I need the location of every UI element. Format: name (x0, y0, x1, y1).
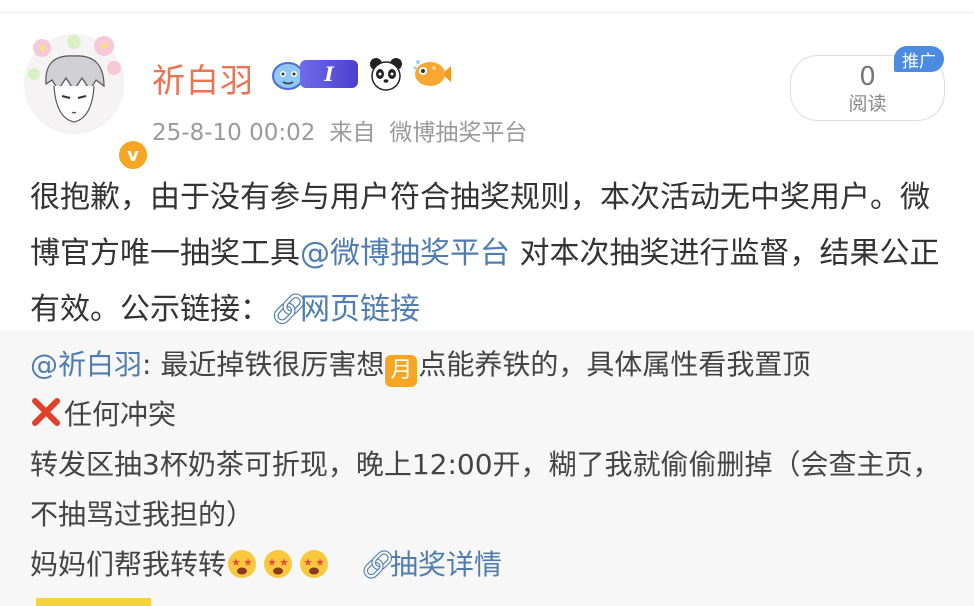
repost-line-2-text: 任何冲突 (64, 398, 177, 431)
source-name[interactable]: 微博抽奖平台 (389, 120, 527, 146)
timestamp: 25-8-10 00:02 (152, 120, 316, 146)
month-badge-icon: 月 (385, 355, 418, 387)
username[interactable]: 祈白羽 (152, 54, 254, 102)
repost-line-1: @祈白羽: 最近掉铁很厉害想月点能养铁的，具体属性看我置顶 (30, 340, 950, 390)
repost-text: @祈白羽: 最近掉铁很厉害想月点能养铁的，具体属性看我置顶 任何冲突 转发区抽3… (30, 340, 950, 590)
verified-mark: v (127, 144, 139, 166)
repost-line-4: 妈妈们帮我转转 🔗︎抽奖详情 (30, 540, 950, 590)
level-badge-label: I (324, 62, 334, 86)
post-meta: 25-8-10 00:02 来自 微博抽奖平台 (152, 113, 541, 147)
mention-link[interactable]: @微博抽奖平台 (300, 236, 510, 271)
divider (0, 12, 974, 13)
repost-line-3: 转发区抽3杯奶茶可折现，晚上12:00开，糊了我就偷偷删掉（会查主页，不抽骂过我… (30, 448, 941, 531)
verified-badge-icon: v (116, 138, 150, 172)
goldfish-badge-icon[interactable] (412, 56, 452, 92)
promo-tag[interactable]: 推广 (894, 46, 944, 72)
web-link-label: 网页链接 (300, 292, 420, 327)
lottery-details-label: 抽奖详情 (390, 548, 503, 581)
repost-section[interactable]: @祈白羽: 最近掉铁很厉害想月点能养铁的，具体属性看我置顶 任何冲突 转发区抽3… (0, 330, 974, 606)
panda-badge-icon[interactable] (368, 56, 404, 92)
star-struck-face-icon (228, 550, 257, 578)
level-badge[interactable]: I (300, 60, 358, 88)
repost-line-1b: 点能养铁的，具体属性看我置顶 (418, 348, 811, 381)
lottery-details-link[interactable]: 🔗︎抽奖详情 (360, 548, 502, 581)
card-preview-strip (36, 598, 151, 606)
repost-author-mention[interactable]: @祈白羽 (30, 348, 142, 381)
link-icon: 🔗︎ (360, 548, 396, 581)
repost-line-1a: : 最近掉铁很厉害想 (142, 348, 385, 381)
post-text: 很抱歉，由于没有参与用户符合抽奖规则，本次活动无中奖用户。微博官方唯一抽奖工具@… (30, 170, 950, 338)
repost-line-2: 任何冲突 (30, 390, 950, 440)
source-prefix: 来自 (329, 120, 376, 146)
star-struck-face-icon (300, 550, 329, 578)
star-struck-face-icon (264, 550, 293, 578)
avatar-illustration-icon (26, 35, 122, 132)
avatar[interactable]: v (24, 34, 150, 172)
cross-mark-icon (32, 398, 60, 426)
weibo-post-card: v 祈白羽 I 25-8-10 00:02 来自 微博抽奖平台 0 阅读 推广 很抱… (0, 0, 974, 606)
read-label: 阅读 (848, 93, 887, 115)
repost-line-4-text: 妈妈们帮我转转 (30, 548, 227, 581)
web-link[interactable]: 🔗︎网页链接 (270, 292, 420, 327)
